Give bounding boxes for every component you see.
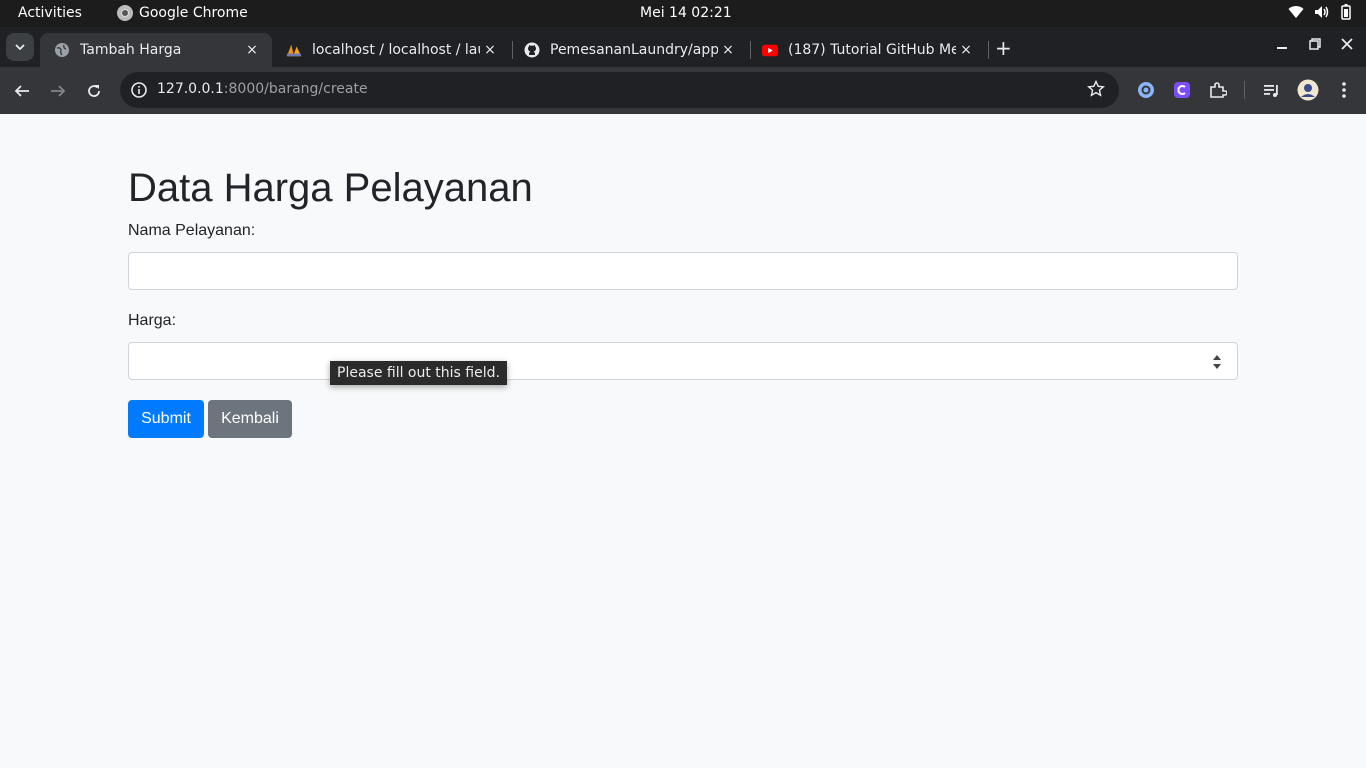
tab-title: Tambah Harga bbox=[80, 42, 182, 58]
github-icon bbox=[524, 42, 540, 58]
close-window-button[interactable] bbox=[1341, 36, 1353, 54]
close-tab-icon[interactable]: × bbox=[956, 42, 976, 58]
extension-circle-icon bbox=[1138, 82, 1154, 98]
profile-button[interactable] bbox=[1297, 79, 1319, 101]
chrome-icon bbox=[117, 5, 133, 21]
clock[interactable]: Mei 14 02:21 bbox=[640, 5, 732, 21]
url-host: 127.0.0.1 bbox=[157, 81, 224, 97]
back-button-kembali[interactable]: Kembali bbox=[208, 400, 292, 438]
puzzle-icon bbox=[1210, 82, 1227, 98]
forward-button[interactable] bbox=[46, 79, 70, 103]
info-icon[interactable] bbox=[130, 81, 148, 99]
more-vertical-icon bbox=[1342, 82, 1346, 98]
tab-github[interactable]: PemesananLaundry/app × bbox=[510, 33, 748, 67]
address-bar[interactable]: 127.0.0.1:8000/barang/create bbox=[120, 72, 1119, 108]
tab-strip: Tambah Harga × localhost / localhost / l… bbox=[0, 27, 1366, 67]
tab-phpmyadmin[interactable]: localhost / localhost / lau × bbox=[272, 33, 510, 67]
system-top-bar: Activities Google Chrome Mei 14 02:21 bbox=[0, 0, 1366, 27]
extension-button[interactable] bbox=[1135, 79, 1157, 101]
system-tray[interactable] bbox=[1288, 4, 1352, 20]
wifi-icon bbox=[1288, 6, 1304, 19]
chevron-down-icon bbox=[15, 44, 25, 50]
avatar bbox=[1297, 79, 1319, 101]
validation-tooltip: Please fill out this field. bbox=[330, 361, 507, 385]
web-page: Data Harga Pelayanan Nama Pelayanan: Har… bbox=[0, 114, 1366, 768]
close-icon bbox=[1341, 38, 1353, 50]
restore-button[interactable] bbox=[1309, 36, 1321, 54]
app-menu[interactable]: Google Chrome bbox=[117, 5, 248, 21]
reload-icon bbox=[88, 85, 100, 97]
app-name: Google Chrome bbox=[139, 5, 248, 21]
tab-title: (187) Tutorial GitHub Me bbox=[788, 42, 956, 58]
submit-button[interactable]: Submit bbox=[128, 400, 204, 438]
tab-title: localhost / localhost / lau bbox=[312, 42, 480, 58]
close-tab-icon[interactable]: × bbox=[242, 42, 262, 58]
close-tab-icon[interactable]: × bbox=[718, 42, 738, 58]
volume-icon bbox=[1315, 6, 1329, 18]
tab-title: PemesananLaundry/app bbox=[550, 42, 718, 58]
minimize-button[interactable] bbox=[1276, 36, 1288, 54]
tab-separator bbox=[988, 41, 989, 59]
service-name-input[interactable] bbox=[128, 252, 1238, 290]
arrow-left-icon bbox=[14, 85, 29, 97]
playlist-icon bbox=[1264, 85, 1278, 97]
back-button[interactable] bbox=[10, 79, 34, 103]
arrow-right-icon bbox=[51, 85, 66, 97]
extension-purple-icon bbox=[1174, 82, 1190, 98]
battery-icon bbox=[1341, 4, 1351, 20]
number-spinner-icon[interactable] bbox=[1212, 354, 1222, 370]
url-text[interactable]: 127.0.0.1:8000/barang/create bbox=[157, 81, 368, 97]
price-label: Harga: bbox=[128, 312, 177, 329]
media-control-button[interactable] bbox=[1261, 79, 1283, 101]
bookmark-star-icon[interactable] bbox=[1087, 80, 1105, 98]
phpmyadmin-icon bbox=[286, 42, 302, 58]
restore-icon bbox=[1309, 38, 1321, 50]
tab-tambah-harga[interactable]: Tambah Harga × bbox=[40, 33, 272, 67]
globe-icon bbox=[54, 42, 70, 58]
price-input[interactable] bbox=[128, 342, 1238, 380]
activities-button[interactable]: Activities bbox=[18, 5, 82, 21]
tab-search-button[interactable] bbox=[6, 33, 34, 61]
url-path: :8000/barang/create bbox=[223, 81, 368, 97]
minimize-icon bbox=[1277, 47, 1287, 49]
chrome-menu-button[interactable] bbox=[1333, 79, 1355, 101]
reload-button[interactable] bbox=[82, 79, 106, 103]
toolbar-separator bbox=[1244, 81, 1245, 99]
browser-toolbar: 127.0.0.1:8000/barang/create bbox=[0, 67, 1366, 114]
extensions-menu-button[interactable] bbox=[1207, 79, 1229, 101]
tab-youtube[interactable]: (187) Tutorial GitHub Me × bbox=[748, 33, 986, 67]
page-title: Data Harga Pelayanan bbox=[128, 166, 533, 210]
name-label: Nama Pelayanan: bbox=[128, 222, 256, 239]
extension-button[interactable] bbox=[1171, 79, 1193, 101]
close-tab-icon[interactable]: × bbox=[480, 42, 500, 58]
new-tab-button[interactable]: + bbox=[995, 36, 1012, 60]
youtube-icon bbox=[762, 42, 778, 58]
